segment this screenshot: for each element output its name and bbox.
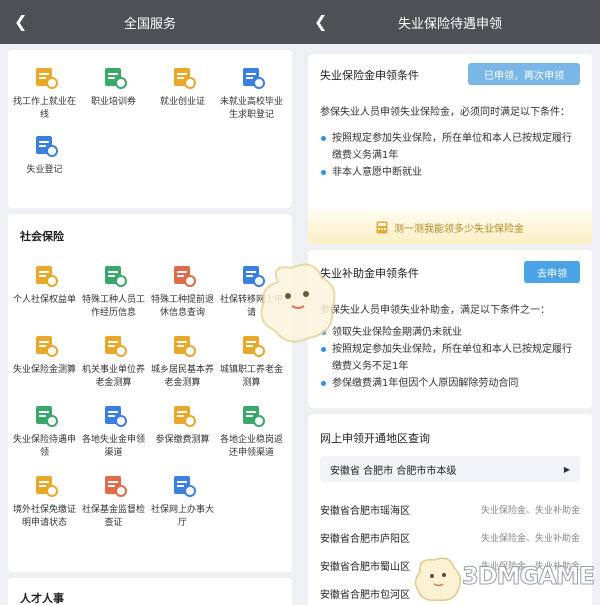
service-item[interactable]: 机关事业单位养老金测算 [79, 332, 148, 390]
social-insurance-title: 社会保险 [20, 230, 64, 243]
service-item[interactable]: 特殊工种人员工作经历信息 [79, 262, 148, 320]
region-title: 网上申领开通地区查询 [320, 432, 430, 445]
watermark-mascot-icon [260, 263, 336, 343]
list-item: 非本人意愿中断就业 [320, 164, 580, 181]
service-item[interactable]: 社保基金监督检查证 [79, 472, 148, 530]
contribution-calc-icon [173, 406, 196, 427]
region-name: 安徽省合肥市蜀山区 [320, 562, 410, 573]
region-row: 安徽省合肥市瑶海区 失业保险金、失业补助金 [320, 502, 580, 517]
list-item: 按照规定参加失业保险，所在单位和本人已按规定履行缴费义务满1年 [320, 130, 580, 164]
service-label: 个人社保权益单 [12, 295, 76, 305]
list-item: 按照规定参加失业保险，所在单位和本人已按规定履行缴费义务不足1年 [320, 341, 580, 375]
calculate-benefit-text: 测一测我能领多少失业保险金 [394, 223, 524, 235]
resident-pension-icon [173, 336, 196, 357]
service-item[interactable]: 境外社保免缴证明申请状态 [10, 472, 79, 530]
back-icon[interactable]: ❮ [314, 12, 327, 31]
service-item[interactable]: 城乡居民基本养老金测算 [148, 332, 217, 390]
service-item[interactable]: 未就业高校毕业生求职登记 [217, 64, 286, 122]
region-services: 失业保险金、失业补助金 [480, 506, 580, 516]
service-item[interactable]: 失业登记 [10, 132, 79, 177]
training-voucher-icon [104, 68, 127, 89]
talent-title: 人才人事 [20, 592, 64, 605]
job-stabilize-icon [242, 406, 265, 427]
claim-channel-icon [104, 406, 127, 427]
service-label: 境外社保免缴证明申请状态 [12, 505, 76, 528]
service-item[interactable]: 失业保险待遇申领 [10, 402, 79, 460]
watermark-logo: 3DMGAME [410, 552, 600, 604]
special-worker-icon [104, 266, 127, 287]
right-top-bar: ❮ 失业保险待遇申领 [300, 0, 600, 44]
unemployment-calc-icon [35, 336, 58, 357]
service-label: 机关事业单位养老金测算 [81, 365, 145, 388]
benefit-bullets: 按照规定参加失业保险，所在单位和本人已按规定履行缴费义务满1年 非本人意愿中断就… [320, 130, 580, 181]
service-item[interactable]: 失业保险金测算 [10, 332, 79, 390]
watermark-mascot-small-icon [414, 557, 461, 602]
list-item: 领取失业保险金期满仍未就业 [320, 324, 580, 341]
service-label: 找工作上就业在线 [12, 97, 76, 120]
watermark-text: 3DMGAME [461, 562, 595, 591]
calculator-icon [376, 221, 388, 233]
service-item[interactable]: 找工作上就业在线 [10, 64, 79, 122]
subsidy-bullets: 领取失业保险金期满仍未就业 按照规定参加失业保险，所在单位和本人已按规定履行缴费… [320, 324, 580, 392]
reapply-button[interactable]: 已申领，再次申领 [468, 63, 580, 85]
job-search-icon [35, 68, 58, 89]
service-label: 各地失业金申领渠道 [81, 435, 145, 458]
service-item[interactable]: 各地企业稳岗返还申领渠道 [217, 402, 286, 460]
employment-card: 找工作上就业在线 职业培训券 就业创业证 未就业高校毕业生求职登记失业登记 [8, 50, 292, 208]
pension-institution-icon [104, 336, 127, 357]
unemployment-claim-icon [35, 406, 58, 427]
online-hall-icon [173, 476, 196, 497]
service-label: 社保网上办事大厅 [150, 505, 214, 528]
fund-inspection-icon [104, 476, 127, 497]
caret-right-icon: ▶ [563, 464, 570, 474]
service-label: 各地企业稳岗返还申领渠道 [219, 435, 283, 458]
region-name: 安徽省合肥市包河区 [320, 590, 410, 601]
service-label: 失业登记 [26, 165, 63, 175]
rights-sheet-icon [35, 266, 58, 287]
service-label: 参保缴费测算 [155, 435, 210, 445]
service-label: 未就业高校毕业生求职登记 [219, 97, 283, 120]
benefit-intro: 参保失业人员申领失业保险金，必须同时满足以下条件： [320, 107, 570, 118]
subsidy-conditions-card: 失业补助金申领条件 去申领 参保失业人员申领失业补助金，满足以下条件之一： 领取… [308, 250, 592, 408]
service-label: 特殊工种人员工作经历信息 [81, 295, 145, 318]
back-icon[interactable]: ❮ [14, 12, 27, 31]
overseas-exempt-icon [35, 476, 58, 497]
region-name: 安徽省合肥市瑶海区 [320, 506, 410, 517]
talent-card: 人才人事 [8, 578, 292, 605]
benefit-conditions-card: 失业保险金申领条件 已申领，再次申领 参保失业人员申领失业保险金，必须同时满足以… [308, 54, 592, 244]
early-retire-query-icon [173, 266, 196, 287]
employment-grid: 找工作上就业在线 职业培训券 就业创业证 未就业高校毕业生求职登记失业登记 [8, 50, 292, 177]
calculate-benefit-link[interactable]: 测一测我能领多少失业保险金 [308, 210, 592, 244]
region-services: 失业保险金、失业补助金 [480, 534, 580, 544]
service-label: 社保基金监督检查证 [81, 505, 145, 528]
left-top-bar: ❮ 全国服务 [0, 0, 300, 44]
region-selector[interactable]: 安徽省 合肥市 合肥市市本级 ▶ [320, 456, 580, 482]
service-label: 城镇职工养老金测算 [219, 365, 283, 388]
service-item[interactable]: 职业培训券 [79, 64, 148, 122]
region-name: 安徽省合肥市庐阳区 [320, 534, 410, 545]
service-label: 失业保险待遇申领 [12, 435, 76, 458]
service-item[interactable]: 特殊工种提前退休信息查询 [148, 262, 217, 320]
list-item: 参保缴费满1年但因个人原因解除劳动合同 [320, 375, 580, 392]
service-item[interactable]: 参保缴费测算 [148, 402, 217, 460]
service-label: 职业培训券 [90, 97, 136, 107]
page-title: 失业保险待遇申领 [397, 16, 502, 32]
subsidy-intro: 参保失业人员申领失业补助金，满足以下条件之一： [320, 305, 550, 316]
service-item[interactable]: 社保网上办事大厅 [148, 472, 217, 530]
service-item[interactable]: 各地失业金申领渠道 [79, 402, 148, 460]
region-selector-value: 安徽省 合肥市 合肥市市本级 [330, 465, 457, 477]
service-item[interactable]: 就业创业证 [148, 64, 217, 122]
service-item[interactable]: 个人社保权益单 [10, 262, 79, 320]
unemployment-register-icon [35, 136, 58, 157]
graduate-register-icon [242, 68, 265, 89]
service-label: 就业创业证 [159, 97, 205, 107]
benefit-title: 失业保险金申领条件 [320, 69, 419, 82]
employment-card-icon [173, 68, 196, 89]
service-label: 特殊工种提前退休信息查询 [150, 295, 214, 318]
service-label: 失业保险金测算 [12, 365, 76, 375]
service-label: 城乡居民基本养老金测算 [150, 365, 214, 388]
go-apply-button[interactable]: 去申领 [524, 261, 580, 283]
region-row: 安徽省合肥市庐阳区 失业保险金、失业补助金 [320, 530, 580, 545]
page-title: 全国服务 [123, 16, 176, 32]
